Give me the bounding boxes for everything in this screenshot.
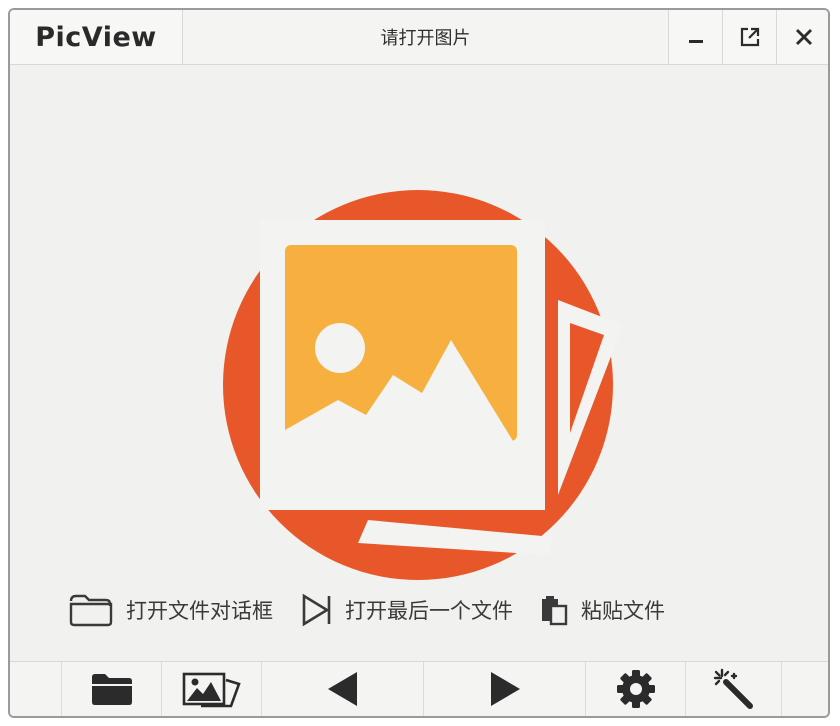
app-window: PicView 请打开图片 打开文件对话框 打开最后一个文件 粘贴文件 [8,8,830,718]
bottom-spacer-left [10,662,62,716]
bottom-toolbar [10,661,828,716]
paste-icon [542,596,568,626]
open-file-dialog-button[interactable]: 打开文件对话框 [68,592,273,628]
settings-button[interactable] [586,662,686,716]
app-logo[interactable]: PicView [10,10,183,64]
fullscreen-button[interactable] [722,10,776,64]
quick-actions: 打开文件对话框 打开最后一个文件 粘贴文件 [68,590,691,630]
play-outline-icon [302,593,331,627]
external-expand-icon [740,27,759,47]
folder-open-icon [69,594,113,627]
open-last-file-button[interactable]: 打开最后一个文件 [299,592,513,628]
previous-image-button[interactable] [262,662,424,716]
folder-icon [91,674,132,705]
title-bar: PicView 请打开图片 [10,10,828,65]
open-last-file-label: 打开最后一个文件 [345,599,513,623]
arrow-right-icon [490,672,520,706]
minimize-button[interactable] [668,10,722,64]
effects-button[interactable] [686,662,782,716]
bottom-spacer-right [782,662,828,716]
close-icon [795,29,812,45]
minimize-icon [688,40,703,43]
next-image-button[interactable] [424,662,586,716]
magic-wand-icon [713,668,753,709]
close-button[interactable] [776,10,828,64]
window-title: 请打开图片 [183,10,668,64]
gear-icon [616,670,655,708]
open-file-dialog-label: 打开文件对话框 [126,599,273,623]
main-content[interactable]: 打开文件对话框 打开最后一个文件 粘贴文件 [10,65,828,663]
arrow-left-icon [327,672,357,706]
open-file-button[interactable] [62,662,162,716]
paste-file-label: 粘贴文件 [581,599,665,623]
picview-hero-illustration [223,190,623,580]
paste-file-button[interactable]: 粘贴文件 [539,594,665,626]
gallery-button[interactable] [162,662,262,716]
images-icon [182,672,241,708]
